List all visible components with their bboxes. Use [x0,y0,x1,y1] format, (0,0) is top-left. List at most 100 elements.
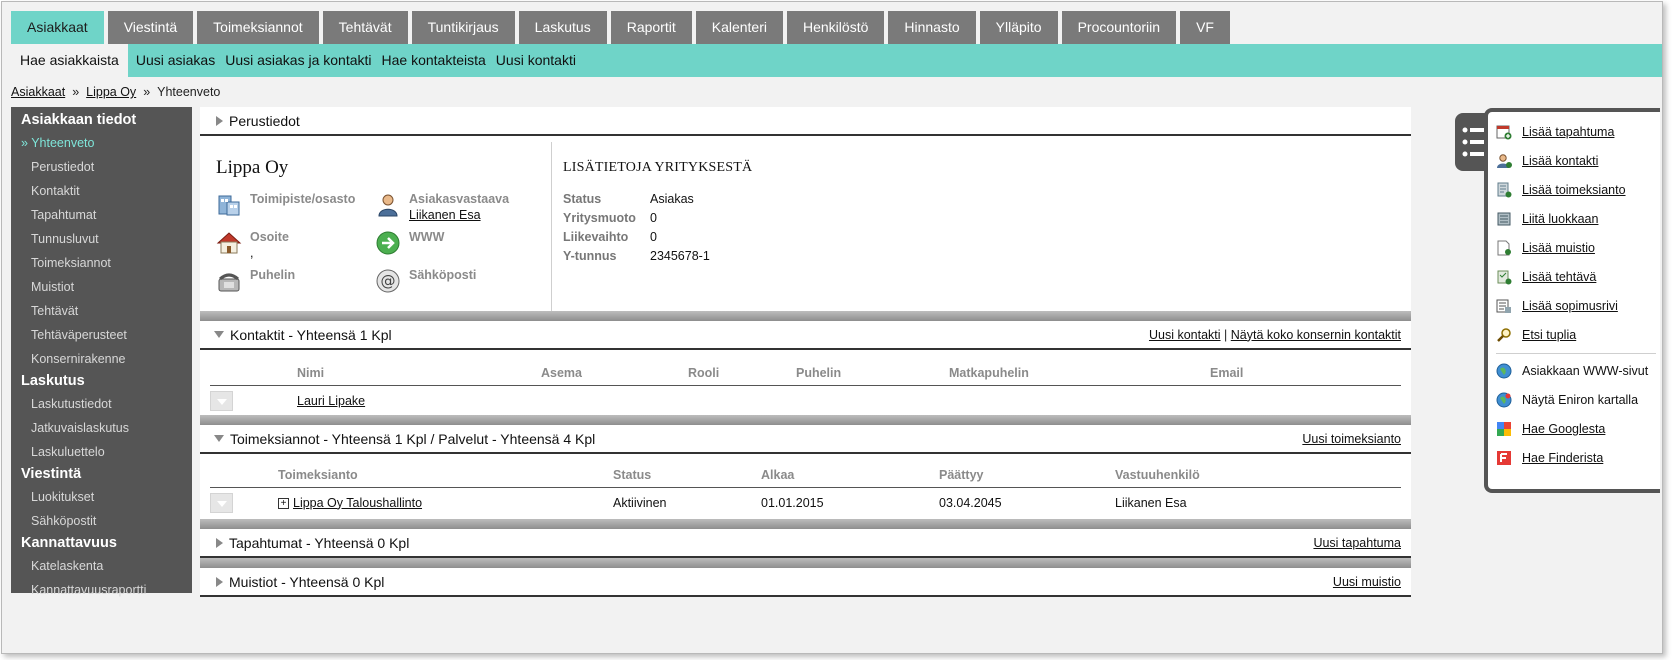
extra-value: 0 [650,211,657,225]
owner-label: Asiakasvastaava [409,192,510,206]
tab-vf[interactable]: VF [1180,11,1230,44]
sidebar-item-tunnusluvut[interactable]: Tunnusluvut [11,227,192,251]
expand-plus-icon[interactable]: + [278,497,289,509]
subnav-hae-asiakkaista[interactable]: Hae asiakkaista [11,44,128,77]
column-header-status: Status [613,463,761,488]
group-contacts-link[interactable]: Näytä koko konsernin kontaktit [1231,328,1401,342]
subnav-uusi-kontakti[interactable]: Uusi kontakti [491,44,581,77]
tab-hinnasto[interactable]: Hinnasto [888,11,976,44]
action-lisaa-tapahtuma[interactable]: Lisää tapahtuma [1496,120,1614,144]
extra-value: 2345678-1 [650,249,710,263]
new-memo-link[interactable]: Uusi muistio [1333,575,1401,589]
sidebar-item-konsernirakenne[interactable]: Konsernirakenne [11,347,192,371]
action-label: Näytä Eniron kartalla [1522,393,1639,407]
link-separator: | [1224,327,1228,342]
sidebar-item-katelaskenta[interactable]: Katelaskenta [11,554,192,578]
action-lisaa-toimeksianto[interactable]: Lisää toimeksianto [1496,178,1626,202]
tab-raportit[interactable]: Raportit [610,11,692,44]
sidebar-item-laskuluettelo[interactable]: Laskuluettelo [11,440,192,464]
memos-header[interactable]: Muistiot - Yhteensä 0 Kpl Uusi muistio [200,568,1411,597]
contact-add-icon [1497,154,1512,168]
assignment-name-link[interactable]: Lippa Oy Taloushallinto [293,496,422,510]
action-liita-luokkaan[interactable]: Liitä luokkaan [1496,207,1598,231]
arrow-circle-icon[interactable] [375,230,401,256]
action-label: Lisää muistio [1522,241,1595,255]
sidebar-item-muistiot[interactable]: Muistiot [11,275,192,299]
column-header-paattyy: Päättyy [939,463,1115,488]
sidebar-item-kontaktit[interactable]: Kontaktit [11,179,192,203]
address-label: Osoite [250,230,289,244]
column-header-alkaa: Alkaa [761,463,939,488]
tab-yllapito[interactable]: Ylläpito [979,11,1058,44]
action-separator [1496,353,1656,354]
action-etsi-tuplia[interactable]: Etsi tuplia [1496,323,1576,347]
panel-separator [200,558,1411,568]
breadcrumb-asiakkaat[interactable]: Asiakkaat [11,85,65,99]
column-header-blank [210,361,297,386]
subnav-uusi-asiakas[interactable]: Uusi asiakas [131,44,220,77]
sidebar-item-tehtavaperusteet[interactable]: Tehtäväperusteet [11,323,192,347]
assignment-owner: Liikanen Esa [1115,495,1187,510]
sidebar-item-perustiedot[interactable]: Perustiedot [11,155,192,179]
tab-laskutus[interactable]: Laskutus [518,11,607,44]
action-lisaa-tehtava[interactable]: Lisää tehtävä [1496,265,1596,289]
owner-link[interactable]: Liikanen Esa [409,208,481,222]
action-label: Lisää sopimusrivi [1522,299,1618,313]
action-hae-googlesta[interactable]: Hae Googlesta [1496,417,1605,441]
tab-asiakkaat[interactable]: Asiakkaat [11,11,104,44]
address-value: , [250,246,254,260]
app-window: Asiakkaat Viestintä Toimeksiannot Tehtäv… [1,1,1663,654]
basic-info-header[interactable]: Perustiedot [200,107,1411,136]
action-hae-finderista[interactable]: Hae Finderista [1496,446,1603,470]
tab-tuntikirjaus[interactable]: Tuntikirjaus [411,11,515,44]
task-add-icon [1497,270,1512,285]
divider [551,142,552,317]
sub-navigation: Hae asiakkaista Uusi asiakas Uusi asiaka… [11,44,1662,77]
action-asiakkaan-www-sivut[interactable]: Asiakkaan WWW-sivut [1496,359,1648,383]
action-lisaa-kontakti[interactable]: Lisää kontakti [1496,149,1598,173]
sidebar-item-yhteenveto[interactable]: Yhteenveto [11,131,192,155]
breadcrumb: Asiakkaat » Lippa Oy » Yhteenveto [11,85,220,99]
new-event-link[interactable]: Uusi tapahtuma [1313,536,1401,550]
sidebar-item-tapahtumat[interactable]: Tapahtumat [11,203,192,227]
sidebar-item-toimeksiannot[interactable]: Toimeksiannot [11,251,192,275]
sidebar-item-kannattavuusraportti[interactable]: Kannattavuusraportti [11,578,192,602]
contacts-panel: Kontaktit - Yhteensä 1 Kpl Uusi kontakti… [200,321,1411,417]
sidebar-item-laskutustiedot[interactable]: Laskutustiedot [11,392,192,416]
extra-key: Y-tunnus [563,249,617,263]
action-label: Lisää tehtävä [1522,270,1597,284]
contact-name-link[interactable]: Lauri Lipake [297,394,365,408]
sidebar-heading-viestinta: Viestintä [21,466,82,482]
sidebar-item-jatkuvaislaskutus[interactable]: Jatkuvaislaskutus [11,416,192,440]
tab-toimeksiannot[interactable]: Toimeksiannot [197,11,319,44]
tab-kalenteri[interactable]: Kalenteri [695,11,783,44]
action-lisaa-sopimusrivi[interactable]: Lisää sopimusrivi [1496,294,1618,318]
subnav-hae-kontakteista[interactable]: Hae kontakteista [377,44,491,77]
row-menu-button[interactable] [210,390,233,411]
new-assignment-link[interactable]: Uusi toimeksianto [1302,432,1401,446]
events-header[interactable]: Tapahtumat - Yhteensä 0 Kpl Uusi tapahtu… [200,529,1411,558]
tab-henkilosto[interactable]: Henkilöstö [787,11,885,44]
sidebar-item-tehtavat[interactable]: Tehtävät [11,299,192,323]
expand-arrow-icon [216,576,223,587]
action-nayta-eniron-kartalla[interactable]: Näytä Eniron kartalla [1496,388,1638,412]
column-header-nimi: Nimi [297,361,541,386]
tab-tehtavat[interactable]: Tehtävät [322,11,408,44]
assignment-add-icon [1497,182,1512,198]
breadcrumb-company[interactable]: Lippa Oy [86,85,136,99]
tab-procountoriin[interactable]: Procountoriin [1061,11,1177,44]
action-lisaa-muistio[interactable]: Lisää muistio [1496,236,1595,260]
tab-viestinta[interactable]: Viestintä [107,11,194,44]
sidebar-item-luokitukset[interactable]: Luokitukset [11,485,192,509]
new-contact-link[interactable]: Uusi kontakti [1149,328,1221,342]
row-menu-button[interactable] [210,492,233,513]
sidebar-item-sahkopostit[interactable]: Sähköpostit [11,509,192,533]
subnav-uusi-asiakas-ja-kontakti[interactable]: Uusi asiakas ja kontakti [220,44,376,77]
events-panel: Tapahtumat - Yhteensä 0 Kpl Uusi tapahtu… [200,529,1411,558]
assignments-header[interactable]: Toimeksiannot - Yhteensä 1 Kpl / Palvelu… [200,425,1411,454]
contacts-header[interactable]: Kontaktit - Yhteensä 1 Kpl Uusi kontakti… [200,321,1411,350]
globe-icon [1496,363,1512,379]
column-header-toimeksianto: Toimeksianto [278,463,613,488]
svg-text:@: @ [381,272,396,290]
panel-separator [200,311,1411,321]
